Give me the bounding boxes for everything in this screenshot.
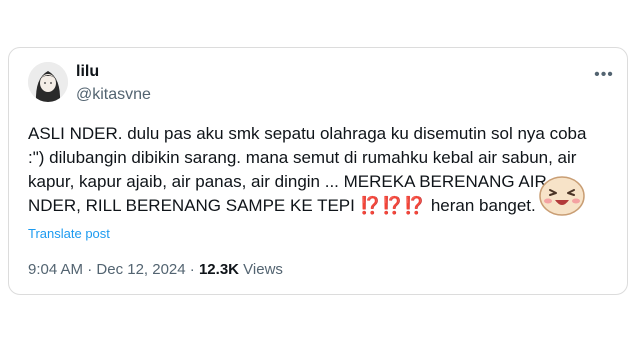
tweet-date[interactable]: Dec 12, 2024 [96,261,185,278]
meta-separator: · [87,261,93,278]
user-handle[interactable]: @kitasvne [76,86,151,104]
meta-separator-2: · [189,261,195,278]
page: lilu @kitasvne ••• ASLI NDER. dulu pas a… [0,0,640,360]
tweet-time[interactable]: 9:04 AM [28,261,83,278]
views-label: Views [243,261,283,278]
more-options-button[interactable]: ••• [593,66,615,84]
avatar-image [28,62,68,102]
translate-post-link[interactable]: Translate post [28,226,110,241]
laughing-emoji-sticker-icon [539,176,585,216]
interrobang-emoji: ⁉️⁉️⁉️ [359,196,427,215]
display-name[interactable]: lilu [76,63,99,81]
tweet-text-end: heran banget. [426,196,536,215]
views-count: 12.3K [198,261,239,278]
tweet-text: ASLI NDER. dulu pas aku smk sepatu olahr… [28,122,588,218]
more-horizontal-icon: ••• [594,66,614,83]
avatar[interactable] [28,62,68,102]
tweet-meta: 9:04 AM · Dec 12, 2024 · 12.3K Views [28,261,283,278]
